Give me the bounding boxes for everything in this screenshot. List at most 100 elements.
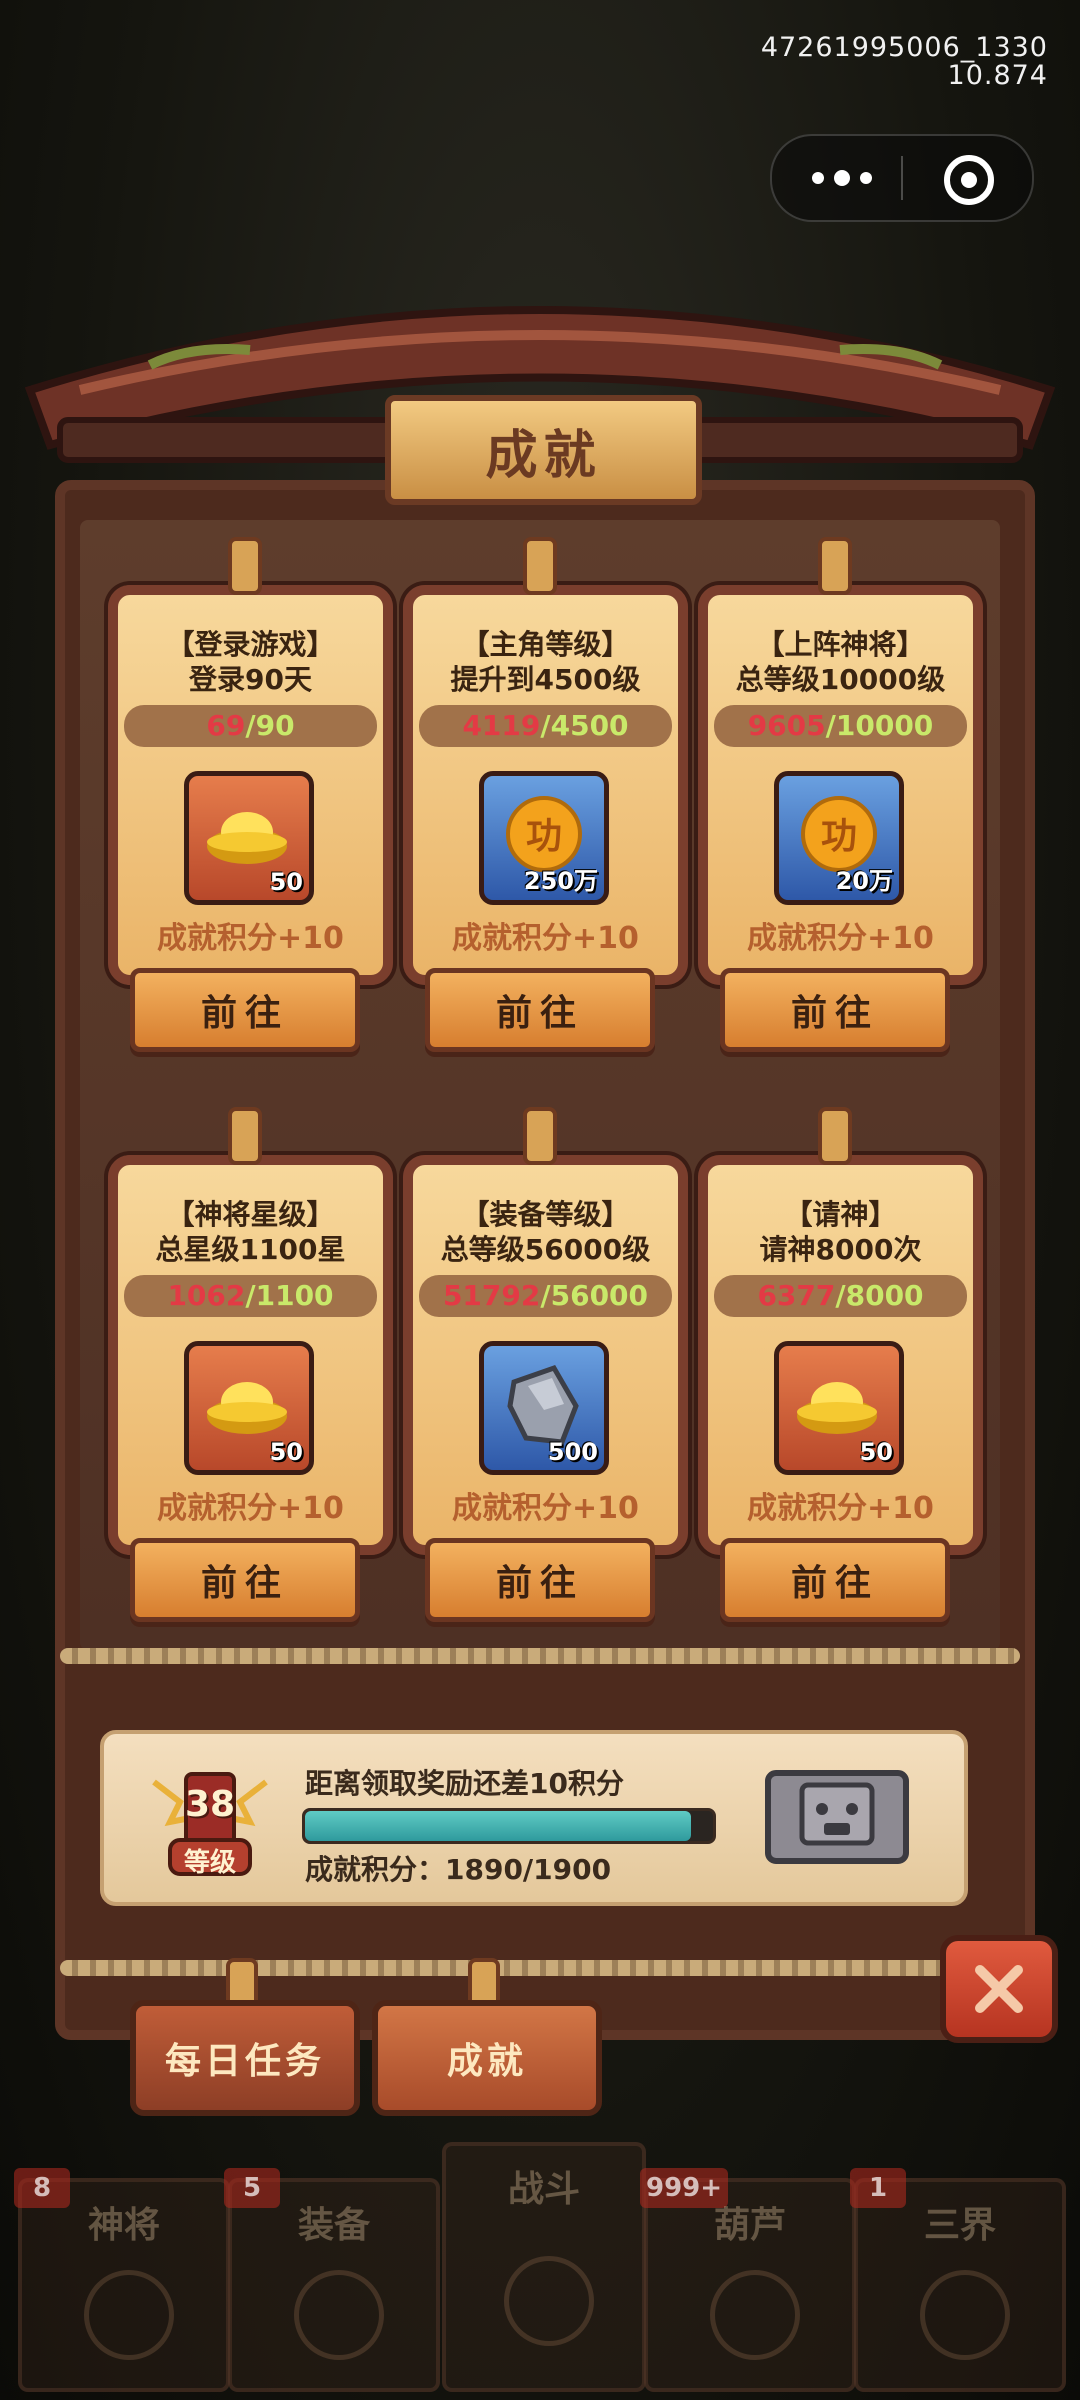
goto-button[interactable]: 前往 [425,968,655,1052]
progress-bar-fill [305,1811,692,1841]
svg-text:功: 功 [526,815,562,857]
id-line-2: 10.874 [947,60,1048,91]
progress-total: 10000 [835,709,934,742]
reward-amount: 50 [859,1438,893,1466]
achievement-title: 【上阵神将】 [756,628,925,661]
reward-amount: 50 [269,868,303,896]
achievement-card: 【请神】 请神8000次 6377/8000 50 成就积分+10 [698,1107,983,1555]
achievement-title: 【装备等级】 [461,1198,630,1231]
merit-coin-icon: 功 250万 [479,771,609,905]
miniprogram-capsule [770,134,1034,222]
achievement-progress: 1062/1100 [124,1275,377,1317]
device-id-text: 47261995006_1330 10.874 [761,34,1048,90]
achievement-points: 成就积分+10 [452,1491,639,1526]
achievement-progress: 69/90 [124,705,377,747]
achievement-desc: 总星级1100星 [155,1233,346,1266]
achievement-progress: 9605/10000 [714,705,967,747]
achievement-points: 成就积分+10 [452,921,639,956]
reward-amount: 250万 [523,867,598,895]
ellipsis-icon[interactable] [812,164,872,192]
svg-text:功: 功 [821,815,857,857]
general-icon [84,2270,174,2360]
level-label: 等级 [183,1848,236,1878]
achievement-desc: 登录90天 [189,663,312,696]
equipment-icon [294,2270,384,2360]
achievement-progress: 51792/56000 [419,1275,672,1317]
progress-total: 1100 [255,1279,334,1312]
nav-label: 装备 [297,2205,370,2246]
goto-button[interactable]: 前往 [130,968,360,1052]
hang-hook [818,537,852,595]
achievement-points: 成就积分+10 [747,1491,934,1526]
hang-hook [228,537,262,595]
progress-total: 56000 [550,1279,649,1312]
level-number: 38 [184,1784,236,1825]
capsule-divider [901,156,903,200]
progress-current: 1062 [167,1279,246,1312]
achievement-points: 成就积分+10 [157,1491,344,1526]
merit-coin-icon: 功 20万 [774,771,904,905]
progress-current: 69 [206,709,246,742]
tab-daily-tasks[interactable]: 每日任务 [130,2000,360,2116]
reward-message: 距离领取奖励还差10积分 [305,1767,624,1800]
achievement-card: 【神将星级】 总星级1100星 1062/1100 50 成就积分+10 [108,1107,393,1555]
page-title: 成就 [385,395,702,505]
nav-label: 三界 [923,2205,996,2246]
progress-current: 4119 [462,709,541,742]
achievement-title: 【主角等级】 [461,628,630,661]
close-icon [975,1965,1023,2013]
goto-button[interactable]: 前往 [130,1538,360,1622]
id-line-1: 47261995006_1330 [760,32,1048,63]
nav-label: 神将 [87,2205,160,2246]
achievement-score: 成就积分：1890/1900 [305,1853,612,1886]
nav-item-equipment[interactable]: 5 装备 [224,2168,440,2392]
progress-current: 9605 [747,709,826,742]
achievement-desc: 提升到4500级 [450,663,641,696]
hang-hook [523,537,557,595]
achievement-desc: 总等级56000级 [440,1233,651,1266]
treasure-chest-icon[interactable] [762,1757,912,1867]
progress-current: 51792 [442,1279,541,1312]
goto-button[interactable]: 前往 [720,968,950,1052]
nav-item-sanjie[interactable]: 1 三界 [850,2168,1066,2392]
nav-item-gourd[interactable]: 999+ 葫芦 [640,2168,856,2392]
achievement-points: 成就积分+10 [747,921,934,956]
achievement-progress: 6377/8000 [714,1275,967,1317]
achievement-desc: 请神8000次 [759,1233,922,1266]
gold-ingot-icon: 50 [774,1341,904,1475]
progress-current: 6377 [757,1279,836,1312]
close-button[interactable] [940,1935,1058,2043]
achievement-card: 【主角等级】 提升到4500级 4119/4500 功 250万 成就积分+10 [403,537,688,985]
gourd-icon [710,2270,800,2360]
reward-amount: 20万 [835,867,893,895]
achievement-title: 【登录游戏】 [166,628,335,661]
achievement-progress: 4119/4500 [419,705,672,747]
rope-divider [60,1960,1020,1976]
target-icon[interactable] [944,155,994,205]
progress-total: 90 [255,709,295,742]
achievement-progress-bar [302,1808,716,1844]
achievement-desc: 总等级10000级 [735,663,946,696]
achievement-title: 【请神】 [784,1198,897,1231]
goto-button[interactable]: 前往 [425,1538,655,1622]
realm-icon [920,2270,1010,2360]
gold-ingot-icon: 50 [184,771,314,905]
reward-amount: 500 [547,1438,598,1466]
achievement-points: 成就积分+10 [157,921,344,956]
gold-ingot-icon: 50 [184,1341,314,1475]
tab-achievements[interactable]: 成就 [372,2000,602,2116]
achievement-card: 【上阵神将】 总等级10000级 9605/10000 功 20万 成就积分+1… [698,537,983,985]
progress-total: 4500 [550,709,629,742]
reward-amount: 50 [269,1438,303,1466]
nav-item-battle[interactable]: 战斗 [442,2142,646,2392]
nav-label: 战斗 [507,2169,580,2210]
progress-total: 8000 [845,1279,924,1312]
level-badge: 38 等级 [150,1762,270,1882]
nav-item-shenjiang[interactable]: 8 神将 [14,2168,230,2392]
hang-hook [228,1107,262,1165]
achievement-card: 【登录游戏】 登录90天 69/90 50 成就积分+10 [108,537,393,985]
achievement-title: 【神将星级】 [166,1198,335,1231]
goto-button[interactable]: 前往 [720,1538,950,1622]
crossed-swords-icon [504,2256,594,2346]
hang-hook [523,1107,557,1165]
